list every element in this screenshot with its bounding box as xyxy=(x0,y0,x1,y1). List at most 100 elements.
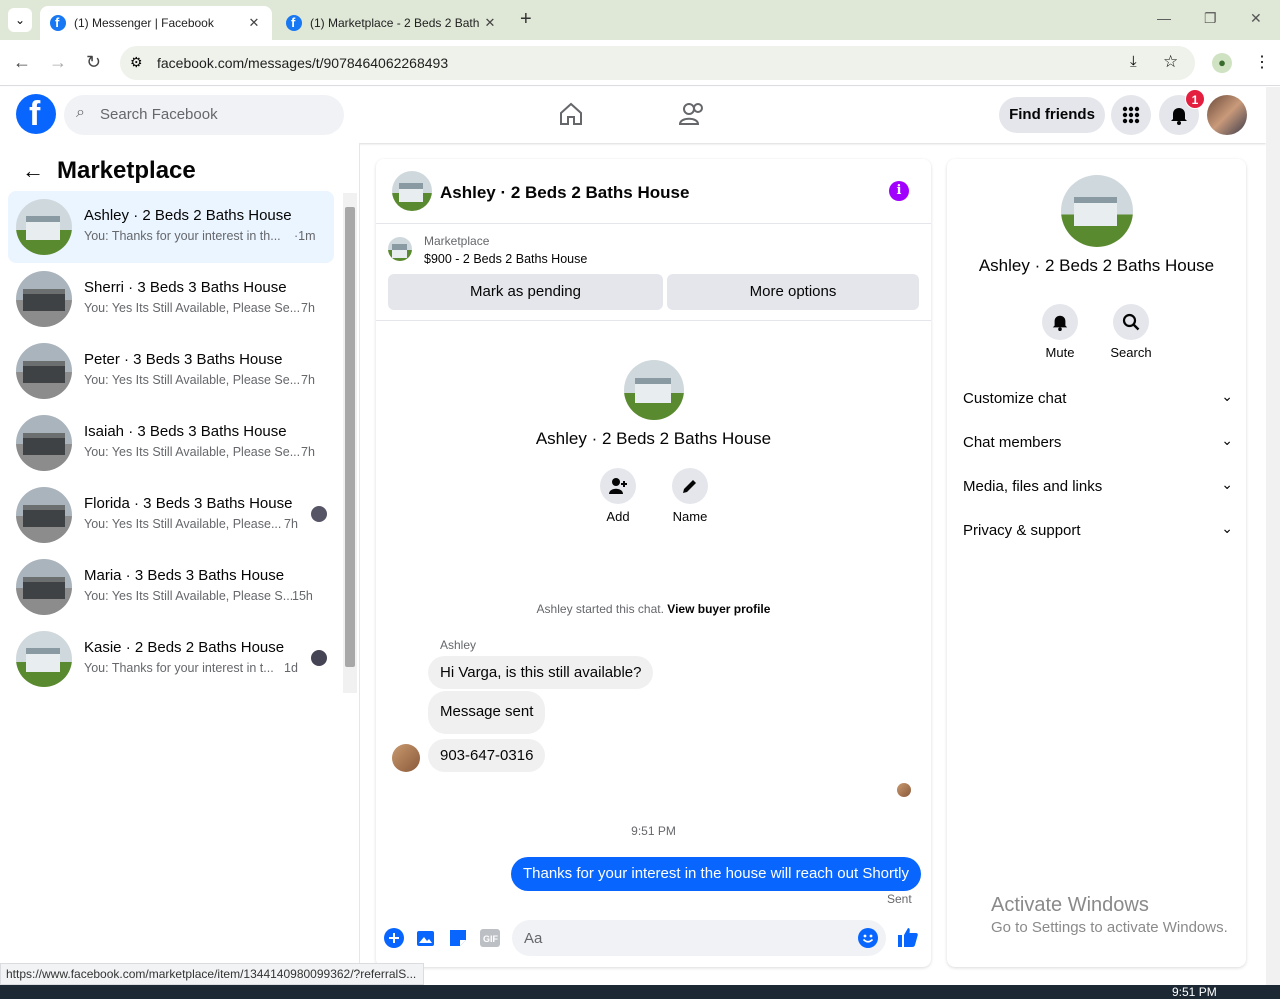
started-text: Ashley started this chat. xyxy=(536,602,664,616)
profile-icon[interactable]: ● xyxy=(1212,53,1232,73)
plus-circle-icon[interactable] xyxy=(384,928,404,953)
tab-title: (1) Messenger | Facebook xyxy=(74,16,214,30)
more-options-button[interactable]: More options xyxy=(667,274,919,310)
conversation-snippet: You: Thanks for your interest in th... xyxy=(84,229,281,243)
media-files-links-section[interactable]: Media, files and links ⌄ xyxy=(963,466,1233,510)
new-tab-button[interactable]: + xyxy=(520,8,532,31)
customize-chat-section[interactable]: Customize chat ⌄ xyxy=(963,378,1233,422)
friends-icon[interactable] xyxy=(678,101,706,132)
list-item[interactable]: Peter · 3 Beds 3 Baths House You: Yes It… xyxy=(8,335,334,407)
page-scrollbar[interactable] xyxy=(1266,87,1280,985)
svg-text:GIF: GIF xyxy=(483,934,499,944)
reload-icon[interactable]: ↻ xyxy=(86,52,101,73)
message-bubble[interactable]: Hi Varga, is this still available? xyxy=(428,656,654,689)
tab-title: (1) Marketplace - 2 Beds 2 Bath xyxy=(310,16,480,30)
message-input[interactable]: Aa xyxy=(512,920,886,956)
message-bubble[interactable]: Message sent xyxy=(428,691,546,734)
chat-list-scrollbar[interactable] xyxy=(343,193,357,693)
facebook-favicon-icon xyxy=(286,15,302,31)
windows-taskbar: 9:51 PM xyxy=(0,985,1280,999)
photo-icon[interactable] xyxy=(416,928,436,953)
sender-avatar[interactable] xyxy=(392,744,420,772)
browser-menu-icon[interactable]: ⋮ xyxy=(1254,52,1270,72)
tab-messenger[interactable]: (1) Messenger | Facebook ✕ xyxy=(40,6,272,40)
close-tab-icon[interactable]: ✕ xyxy=(480,15,500,31)
conversation-time: 7h xyxy=(301,445,315,459)
conversation-name: Maria · 3 Beds 3 Baths House xyxy=(84,567,285,584)
chat-started-notice: Ashley started this chat. View buyer pro… xyxy=(376,602,931,616)
chat-header: Ashley · 2 Beds 2 Baths House i xyxy=(376,159,931,224)
forward-icon[interactable]: → xyxy=(49,52,67,73)
close-window-button[interactable]: ✕ xyxy=(1250,10,1262,27)
conversation-thumbnail xyxy=(16,559,72,615)
add-people-icon[interactable] xyxy=(600,468,636,504)
link-status-bar: https://www.facebook.com/marketplace/ite… xyxy=(0,963,424,985)
find-friends-button[interactable]: Find friends xyxy=(999,97,1105,133)
conversation-name: Peter · 3 Beds 3 Baths House xyxy=(84,351,283,368)
conversation-name: Isaiah · 3 Beds 3 Baths House xyxy=(84,423,287,440)
conversation-snippet: You: Yes Its Still Available, Please Se.… xyxy=(84,301,301,315)
list-item[interactable]: Sherri · 3 Beds 3 Baths House You: Yes I… xyxy=(8,263,334,335)
thumbs-up-icon[interactable] xyxy=(897,926,919,953)
sender-name: Ashley xyxy=(440,638,477,652)
home-icon[interactable] xyxy=(558,101,584,132)
conversation-name: Kasie · 2 Beds 2 Baths House xyxy=(84,639,285,656)
bookmark-star-icon[interactable]: ☆ xyxy=(1163,52,1178,72)
gif-icon[interactable]: GIF xyxy=(480,929,500,952)
conversation-time: 1d xyxy=(284,661,298,675)
chat-details-avatar xyxy=(1061,175,1133,247)
chat-members-section[interactable]: Chat members ⌄ xyxy=(963,422,1233,466)
mute-bell-icon[interactable] xyxy=(1042,304,1078,340)
marketplace-chat-list: ← Marketplace Ashley · 2 Beds 2 Baths Ho… xyxy=(0,143,360,963)
account-avatar[interactable] xyxy=(1207,95,1247,135)
add-label: Add xyxy=(606,509,630,524)
conversation-thumbnail xyxy=(16,631,72,687)
privacy-support-section[interactable]: Privacy & support ⌄ xyxy=(963,510,1233,554)
conversation-snippet: You: Yes Its Still Available, Please Se.… xyxy=(84,445,301,459)
chat-profile-name: Ashley · 2 Beds 2 Baths House xyxy=(535,429,772,448)
install-app-icon[interactable]: ⤓ xyxy=(1130,53,1137,70)
menu-grid-icon[interactable] xyxy=(1111,95,1151,135)
address-bar[interactable]: ⚙ facebook.com/messages/t/90784640622684… xyxy=(120,46,1195,80)
tab-search-button[interactable]: ⌄ xyxy=(8,8,32,32)
message-bubble[interactable]: 903-647-0316 xyxy=(428,739,546,772)
list-item[interactable]: Kasie · 2 Beds 2 Baths House You: Thanks… xyxy=(8,623,334,695)
back-icon[interactable]: ← xyxy=(13,52,31,73)
facebook-logo-icon[interactable]: f xyxy=(16,94,56,134)
chevron-down-icon: ⌄ xyxy=(1221,476,1233,492)
search-icon[interactable] xyxy=(1113,304,1149,340)
listing-price[interactable]: $900 - 2 Beds 2 Baths House xyxy=(424,252,587,266)
info-icon[interactable]: i xyxy=(889,181,909,201)
notification-badge: 1 xyxy=(1185,89,1205,109)
site-info-icon[interactable]: ⚙ xyxy=(130,54,143,71)
mute-label: Mute xyxy=(1045,345,1075,360)
close-tab-icon[interactable]: ✕ xyxy=(244,15,264,31)
conversation-snippet: You: Yes Its Still Available, Please Se.… xyxy=(84,373,301,387)
list-item[interactable]: Florida · 3 Beds 3 Baths House You: Yes … xyxy=(8,479,334,551)
chat-panel: Ashley · 2 Beds 2 Baths House i Marketpl… xyxy=(376,159,931,967)
chat-avatar[interactable] xyxy=(392,171,432,211)
back-arrow-icon[interactable]: ← xyxy=(22,158,44,184)
chat-title[interactable]: Ashley · 2 Beds 2 Baths House xyxy=(440,183,689,203)
list-item[interactable]: Ashley · 2 Beds 2 Baths House You: Thank… xyxy=(8,191,334,263)
conversation-thumbnail xyxy=(16,271,72,327)
edit-name-icon[interactable] xyxy=(672,468,708,504)
name-label: Name xyxy=(672,509,708,524)
activate-windows-watermark: Activate Windows Go to Settings to activ… xyxy=(991,894,1228,936)
mark-as-pending-button[interactable]: Mark as pending xyxy=(388,274,663,310)
minimize-button[interactable]: — xyxy=(1157,10,1171,26)
tab-marketplace[interactable]: (1) Marketplace - 2 Beds 2 Bath ✕ xyxy=(276,6,508,40)
list-item[interactable]: Isaiah · 3 Beds 3 Baths House You: Yes I… xyxy=(8,407,334,479)
conversation-thumbnail xyxy=(16,343,72,399)
composer-placeholder: Aa xyxy=(524,930,543,947)
restore-button[interactable]: ❐ xyxy=(1204,10,1217,27)
list-item[interactable]: Maria · 3 Beds 3 Baths House You: Yes It… xyxy=(8,551,334,623)
facebook-search-input[interactable]: ⌕ Search Facebook xyxy=(64,95,344,135)
my-message-bubble[interactable]: Thanks for your interest in the house wi… xyxy=(511,857,921,891)
emoji-icon[interactable] xyxy=(858,928,878,953)
conversation-time: 7h xyxy=(284,517,298,531)
conversation-name: Sherri · 3 Beds 3 Baths House xyxy=(84,279,287,296)
view-buyer-profile-link[interactable]: View buyer profile xyxy=(667,602,770,616)
sticker-icon[interactable] xyxy=(448,928,468,953)
conversation-time: 7h xyxy=(301,301,315,315)
